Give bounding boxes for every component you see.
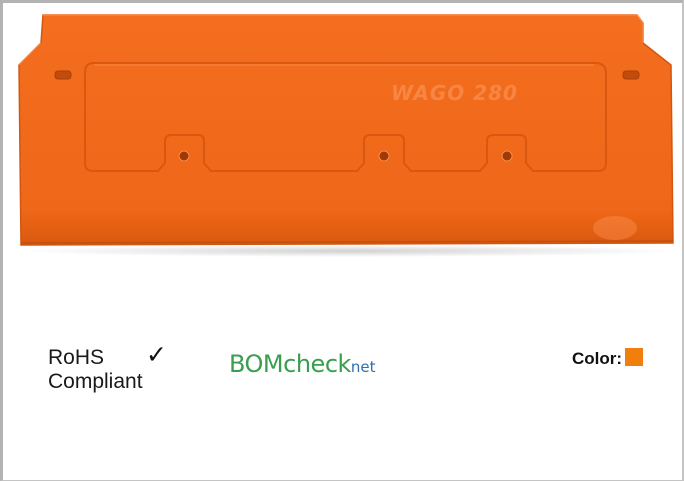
color-swatch (625, 348, 644, 366)
end-plate-image: WAGO 280 (18, 14, 678, 257)
hole-1 (178, 150, 190, 162)
plate-body (18, 14, 674, 246)
hole-2 (378, 150, 390, 162)
rohs-compliant-badge: RoHS Compliant ✓ (48, 342, 167, 394)
color-indicator: Color: (572, 348, 644, 369)
hole-3 (501, 150, 513, 162)
slot-right (622, 70, 640, 80)
compliant-label: Compliant (48, 370, 143, 393)
bomcheck-suffix: net (350, 358, 376, 376)
color-label: Color: (572, 349, 623, 368)
wago-marking: WAGO 280 (391, 81, 518, 105)
slot-left (54, 70, 72, 80)
checkmark-icon: ✓ (146, 340, 167, 369)
product-card: WAGO 280 RoHS Compliant ✓ BOMchecknet Co… (0, 0, 684, 481)
bomcheck-word: check (283, 350, 351, 378)
rohs-label: RoHS (48, 346, 105, 369)
bomcheck-prefix: BOM (229, 350, 284, 378)
bomcheck-logo: BOMchecknet (229, 350, 376, 378)
